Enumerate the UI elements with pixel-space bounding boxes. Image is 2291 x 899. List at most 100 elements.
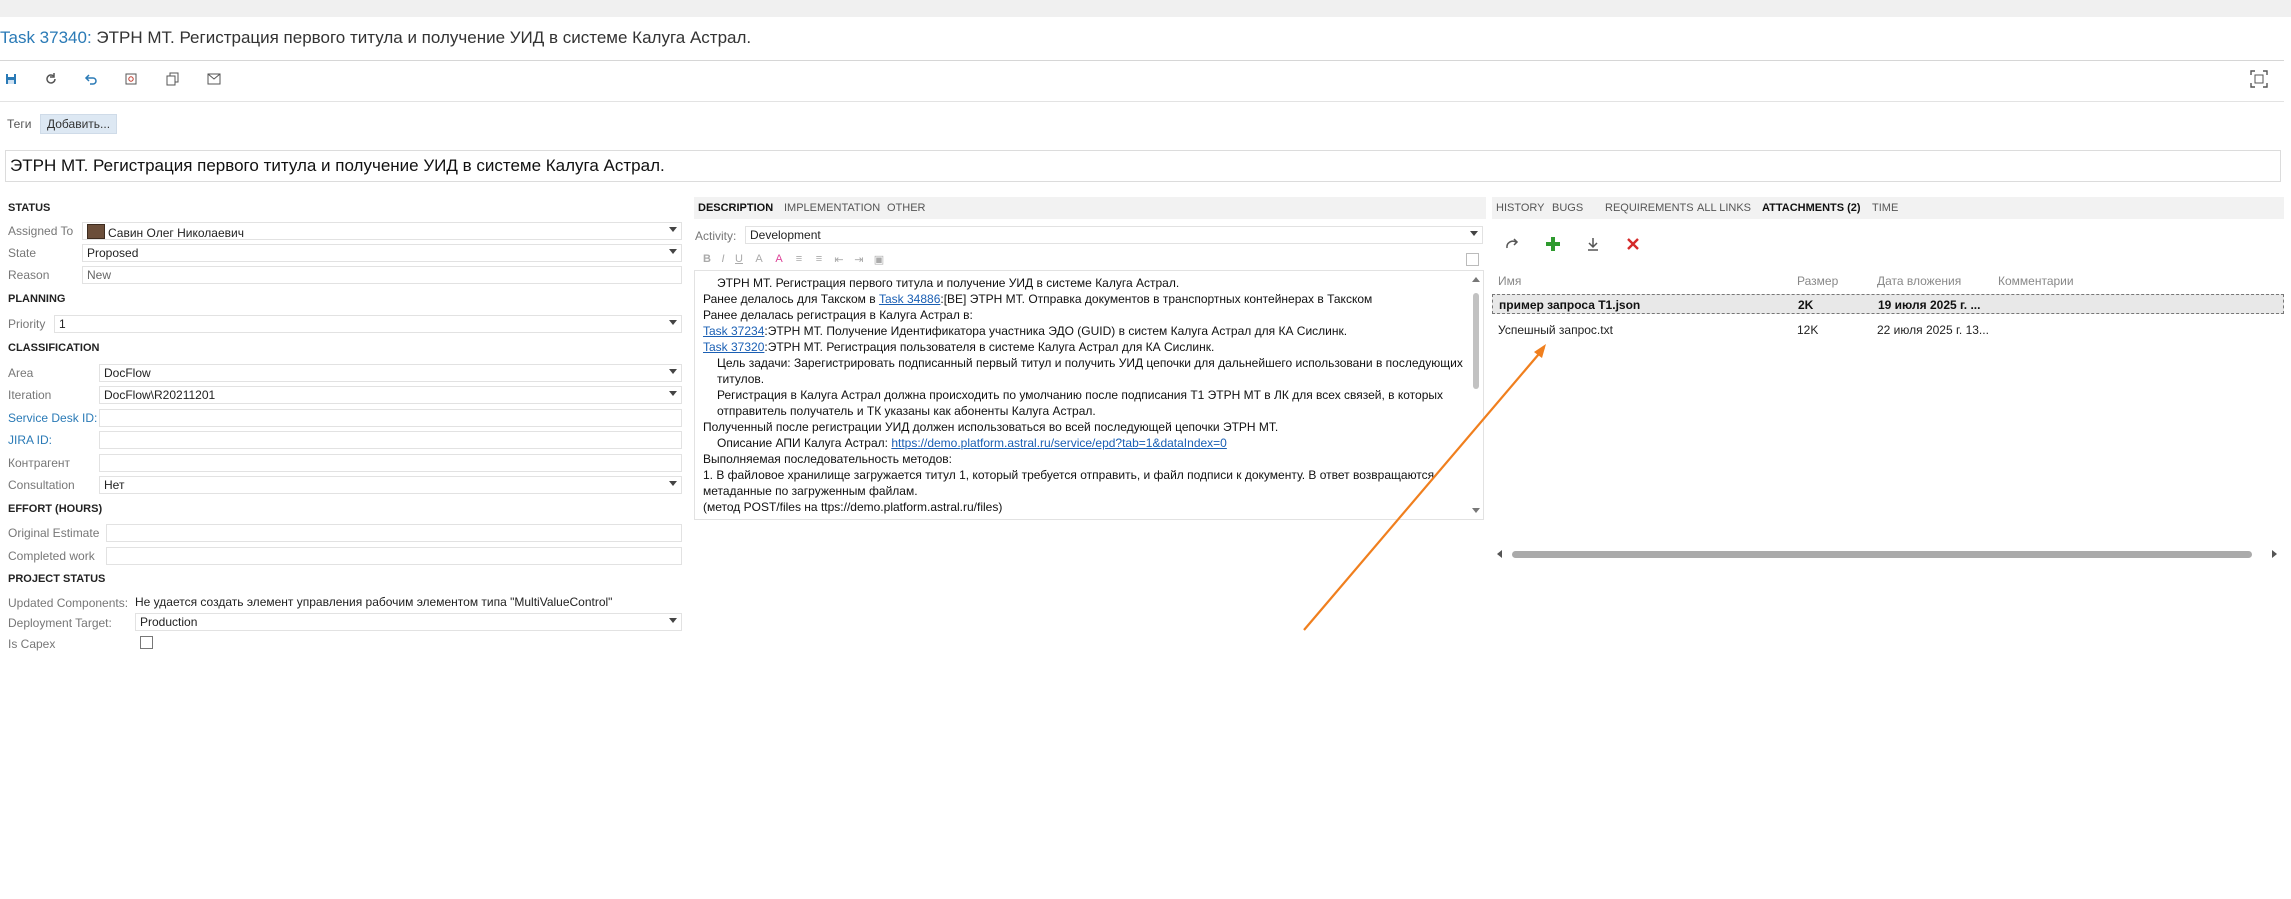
- settings-icon[interactable]: [122, 70, 140, 88]
- divider: [0, 101, 2284, 102]
- jira-label[interactable]: JIRA ID:: [8, 433, 52, 447]
- numbered-list-icon[interactable]: ≡: [812, 252, 826, 266]
- italic-icon[interactable]: I: [716, 252, 730, 266]
- area-dropdown[interactable]: DocFlow: [99, 364, 682, 382]
- column-date[interactable]: Дата вложения: [1877, 274, 1961, 288]
- counterparty-label: Контрагент: [8, 456, 71, 470]
- fullscreen-icon[interactable]: [2250, 70, 2270, 90]
- tab-requirements[interactable]: REQUIREMENTS: [1605, 202, 1694, 214]
- original-estimate-field[interactable]: [106, 524, 682, 542]
- assigned-to-label: Assigned To: [8, 224, 74, 238]
- chevron-down-icon[interactable]: [669, 249, 677, 254]
- task-37320-link[interactable]: Task 37320: [703, 340, 764, 354]
- service-desk-field[interactable]: [99, 409, 682, 427]
- chevron-down-icon[interactable]: [669, 227, 677, 232]
- column-comments[interactable]: Комментарии: [1998, 274, 2074, 288]
- font-color-icon[interactable]: A: [772, 252, 786, 266]
- delete-icon[interactable]: [1622, 233, 1644, 255]
- image-icon[interactable]: ▣: [872, 252, 886, 266]
- chevron-down-icon[interactable]: [669, 320, 677, 325]
- tags-label: Теги: [7, 117, 32, 131]
- indent-icon[interactable]: ⇥: [852, 252, 866, 266]
- task-title: ЭТРН МТ. Регистрация первого титула и по…: [91, 28, 752, 47]
- chevron-down-icon[interactable]: [669, 618, 677, 623]
- bold-icon[interactable]: B: [700, 252, 714, 266]
- section-classification: CLASSIFICATION: [8, 342, 100, 354]
- tab-bugs[interactable]: BUGS: [1552, 202, 1583, 214]
- maximize-icon[interactable]: [1466, 253, 1479, 266]
- column-size[interactable]: Размер: [1797, 274, 1838, 288]
- add-icon[interactable]: [1542, 233, 1564, 255]
- state-dropdown[interactable]: Proposed: [82, 244, 682, 262]
- tab-implementation[interactable]: IMPLEMENTATION: [784, 202, 880, 214]
- desc-text-span: Описание АПИ Калуга Астрал:: [717, 436, 892, 450]
- highlight-icon[interactable]: A: [752, 252, 766, 266]
- deployment-target-dropdown[interactable]: Production: [135, 613, 682, 631]
- activity-value: Development: [750, 228, 821, 242]
- column-name[interactable]: Имя: [1498, 274, 1521, 288]
- tab-other[interactable]: OTHER: [887, 202, 926, 214]
- priority-label: Priority: [8, 317, 46, 331]
- title-field[interactable]: ЭТРН МТ. Регистрация первого титула и по…: [5, 150, 2281, 182]
- service-desk-label[interactable]: Service Desk ID:: [8, 411, 97, 425]
- copy-icon[interactable]: [164, 70, 182, 88]
- undo-icon[interactable]: [82, 70, 100, 88]
- chevron-down-icon[interactable]: [669, 369, 677, 374]
- bullet-list-icon[interactable]: ≡: [792, 252, 806, 266]
- chevron-down-icon[interactable]: [669, 391, 677, 396]
- assigned-to-value: Савин Олег Николаевич: [108, 226, 244, 240]
- completed-work-label: Completed work: [8, 549, 95, 563]
- table-row[interactable]: пример запроса Т1.json 2K 19 июля 2025 г…: [1492, 294, 2284, 314]
- is-capex-label: Is Capex: [8, 637, 56, 651]
- deployment-target-value: Production: [140, 615, 198, 629]
- tab-attachments[interactable]: ATTACHMENTS (2): [1762, 202, 1861, 214]
- section-effort: EFFORT (HOURS): [8, 503, 103, 515]
- reason-field[interactable]: New: [82, 266, 682, 284]
- chevron-down-icon[interactable]: [669, 481, 677, 486]
- underline-icon[interactable]: U: [732, 252, 746, 266]
- scrollbar-thumb[interactable]: [1512, 551, 2252, 558]
- task-link[interactable]: Task 37340:: [0, 28, 92, 47]
- tab-history[interactable]: HISTORY: [1496, 202, 1545, 214]
- attachments-scrollbar[interactable]: [1497, 548, 2277, 560]
- task-37234-link[interactable]: Task 37234: [703, 324, 764, 338]
- table-row[interactable]: Успешный запрос.txt 12K 22 июля 2025 г. …: [1492, 320, 2284, 340]
- iteration-value: DocFlow\R20211201: [104, 388, 216, 402]
- state-value: Proposed: [87, 246, 139, 260]
- open-icon[interactable]: [1501, 233, 1523, 255]
- download-icon[interactable]: [1582, 233, 1604, 255]
- priority-dropdown[interactable]: 1: [54, 315, 682, 333]
- counterparty-field[interactable]: [99, 454, 682, 472]
- mail-icon[interactable]: [205, 70, 223, 88]
- tab-all-links[interactable]: ALL LINKS: [1697, 202, 1751, 214]
- section-project-status: PROJECT STATUS: [8, 573, 106, 585]
- consultation-value: Нет: [104, 478, 125, 492]
- jira-field[interactable]: [99, 431, 682, 449]
- api-docs-link[interactable]: https://demo.platform.astral.ru/service/…: [891, 436, 1227, 450]
- is-capex-checkbox[interactable]: [140, 636, 153, 649]
- add-tag-button[interactable]: Добавить...: [40, 114, 118, 134]
- iteration-dropdown[interactable]: DocFlow\R20211201: [99, 386, 682, 404]
- chevron-down-icon[interactable]: [1470, 231, 1478, 236]
- desc-line: ЭТРН МТ. Регистрация первого титула и по…: [717, 276, 1180, 290]
- completed-work-field[interactable]: [106, 547, 682, 565]
- save-icon[interactable]: [2, 70, 20, 88]
- attachment-name: пример запроса Т1.json: [1499, 298, 1641, 312]
- task-34886-link[interactable]: Task 34886: [879, 292, 940, 306]
- activity-dropdown[interactable]: Development: [745, 226, 1483, 244]
- tab-description[interactable]: DESCRIPTION: [698, 202, 773, 214]
- consultation-dropdown[interactable]: Нет: [99, 476, 682, 494]
- iteration-label: Iteration: [8, 388, 52, 402]
- desc-line: Ранее делалось для Такском в Task 34886:…: [703, 291, 1467, 307]
- attachment-date: 19 июля 2025 г. ...: [1878, 298, 1981, 312]
- scroll-right-icon[interactable]: [2272, 550, 2277, 558]
- refresh-icon[interactable]: [42, 70, 60, 88]
- tab-time[interactable]: TIME: [1872, 202, 1898, 214]
- description-tabbar: DESCRIPTION IMPLEMENTATION OTHER: [694, 197, 1486, 219]
- assigned-to-field[interactable]: Савин Олег Николаевич: [82, 222, 682, 240]
- desc-text-span: :ЭТРН МТ. Получение Идентификатора участ…: [764, 324, 1348, 338]
- outdent-icon[interactable]: ⇤: [832, 252, 846, 266]
- divider: [0, 60, 2284, 61]
- scroll-up-icon[interactable]: [1472, 277, 1480, 282]
- original-estimate-label: Original Estimate: [8, 526, 100, 540]
